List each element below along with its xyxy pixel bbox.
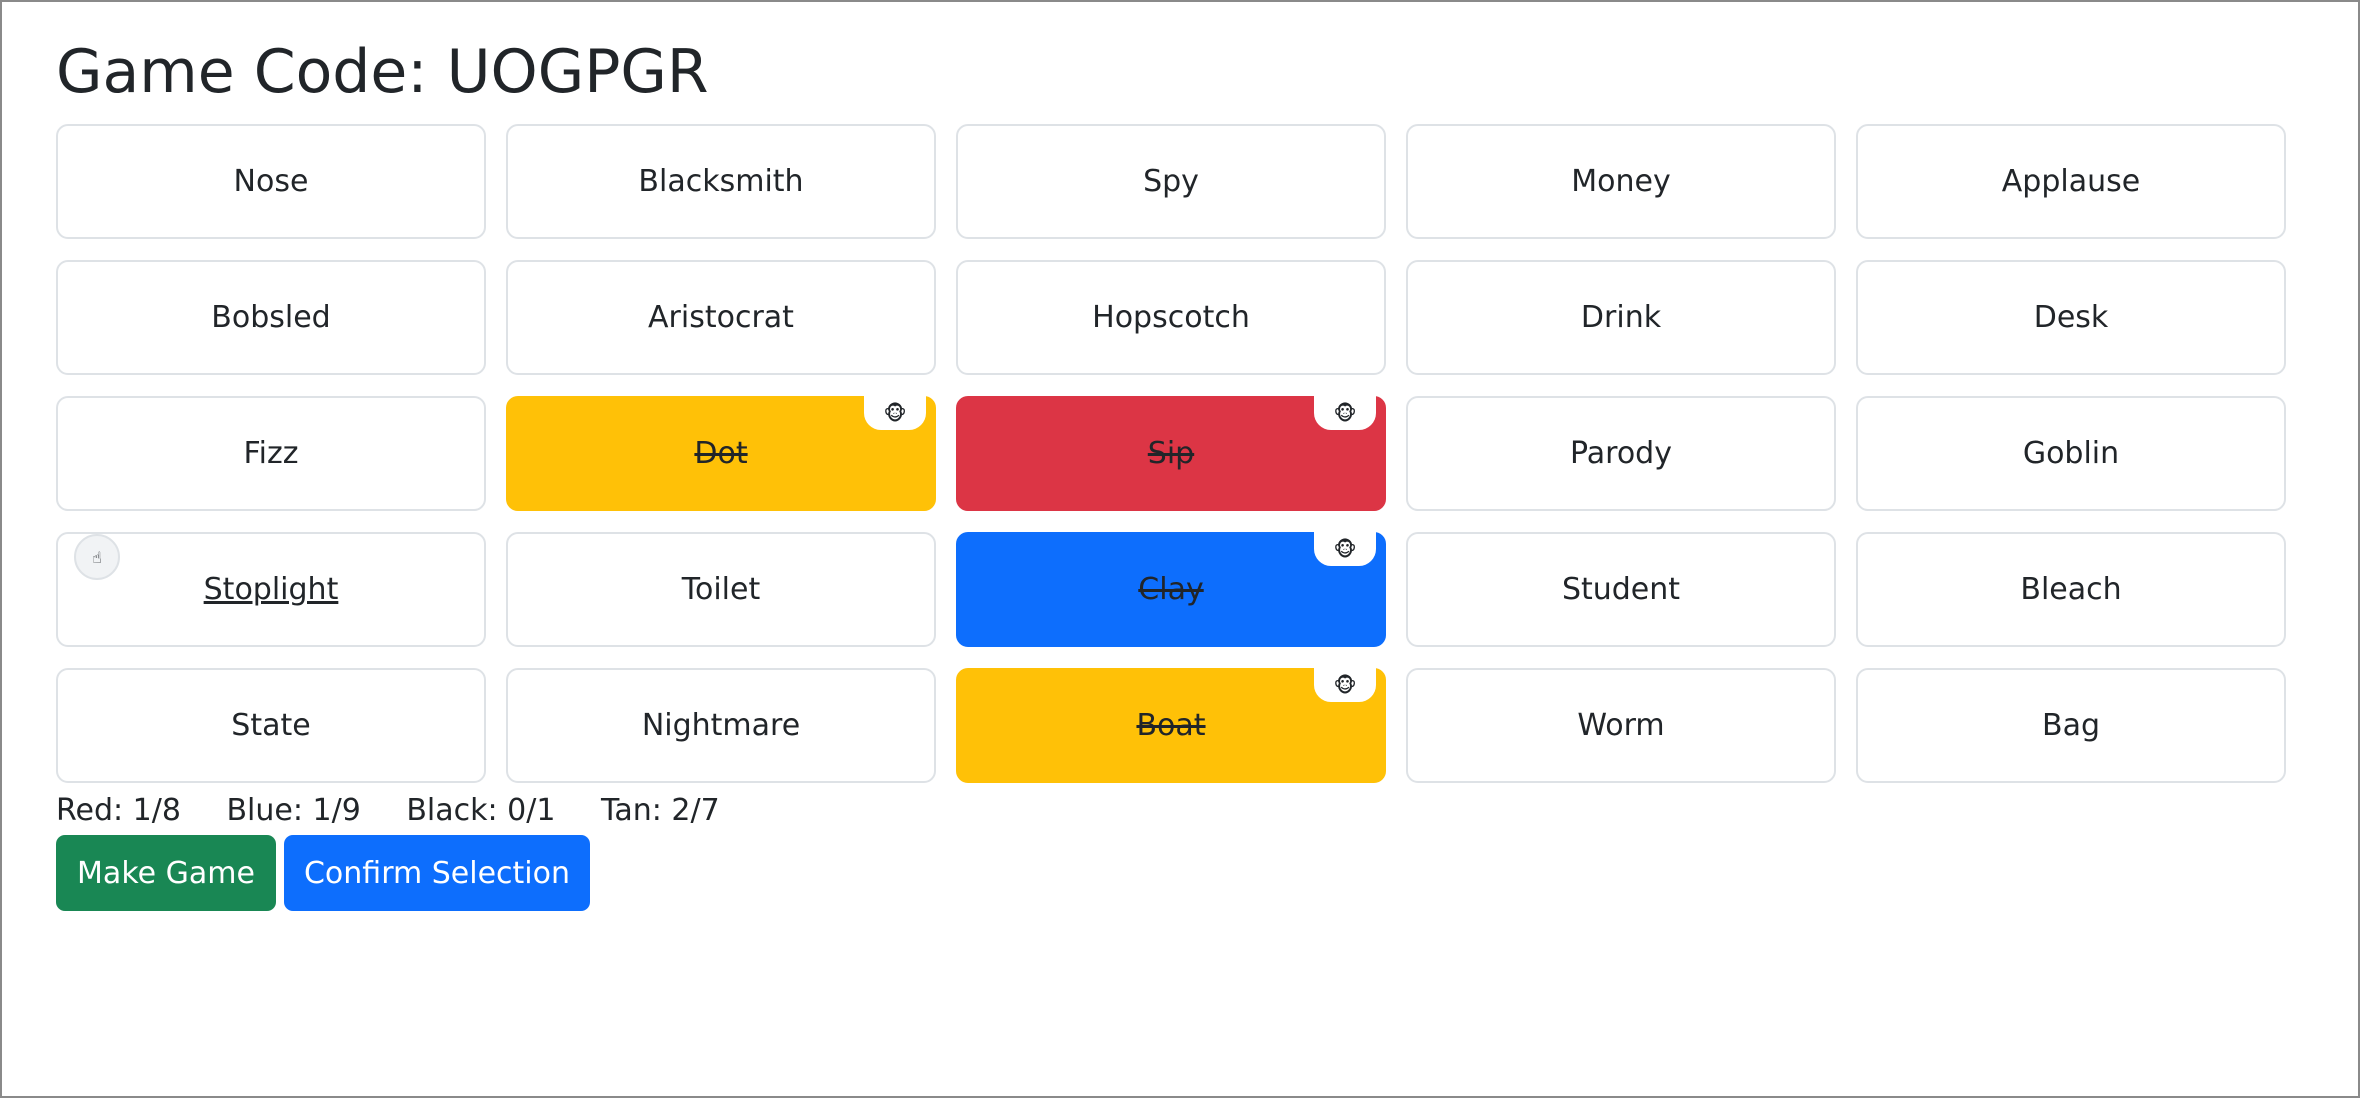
card-word: Nose xyxy=(233,164,309,199)
card-word: Worm xyxy=(1577,708,1665,743)
monkey-icon: 🐵 xyxy=(1314,532,1376,566)
word-card[interactable]: Aristocrat xyxy=(506,260,936,375)
card-word: Boat xyxy=(1136,708,1206,743)
word-grid: Nose Blacksmith Spy Money Applause Bobsled Ari… xyxy=(56,124,2292,783)
word-card[interactable]: Student xyxy=(1406,532,1836,647)
word-card[interactable]: Money xyxy=(1406,124,1836,239)
word-card[interactable]: Blacksmith xyxy=(506,124,936,239)
confirm-selection-button[interactable]: Confirm Selection xyxy=(284,835,590,911)
card-word: Spy xyxy=(1143,164,1199,199)
card-word: Drink xyxy=(1580,300,1662,335)
score-summary: Red: 1/8 Blue: 1/9 Black: 0/1 Tan: 2/7 xyxy=(56,787,2292,835)
card-word: Money xyxy=(1571,164,1671,199)
word-card[interactable]: Parody xyxy=(1406,396,1836,511)
word-card[interactable]: Clay 🐵 xyxy=(956,532,1386,647)
card-word: Bag xyxy=(2041,708,2100,743)
monkey-icon: 🐵 xyxy=(864,396,926,430)
word-card[interactable]: State xyxy=(56,668,486,783)
word-card[interactable]: Nose xyxy=(56,124,486,239)
word-card[interactable]: Sip 🐵 xyxy=(956,396,1386,511)
card-word: Dot xyxy=(694,436,748,471)
blue-score: Blue: 1/9 xyxy=(226,793,361,828)
monkey-icon: 🐵 xyxy=(1314,668,1376,702)
page-title: Game Code: UOGPGR xyxy=(56,37,709,107)
word-card[interactable]: Desk xyxy=(1856,260,2286,375)
card-word: Parody xyxy=(1570,436,1672,471)
card-word: Blacksmith xyxy=(638,164,804,199)
card-word: Bobsled xyxy=(211,300,331,335)
word-card[interactable]: Dot 🐵 xyxy=(506,396,936,511)
card-word: Bleach xyxy=(2020,572,2122,607)
card-word: Toilet xyxy=(681,572,761,607)
card-word: Sip xyxy=(1147,436,1195,471)
word-card[interactable]: Boat 🐵 xyxy=(956,668,1386,783)
card-word: Goblin xyxy=(2022,436,2120,471)
word-card[interactable]: Bag xyxy=(1856,668,2286,783)
card-word: Aristocrat xyxy=(648,300,794,335)
word-card[interactable]: Applause xyxy=(1856,124,2286,239)
card-word: State xyxy=(231,708,311,743)
word-card[interactable]: Toilet xyxy=(506,532,936,647)
card-word: Nightmare xyxy=(641,708,801,743)
game-page: Game Code: UOGPGR Nose Blacksmith Spy Money… xyxy=(56,30,2292,911)
pointer-marker-icon: ☝ xyxy=(74,534,120,580)
word-card[interactable]: Nightmare xyxy=(506,668,936,783)
word-card[interactable]: Goblin xyxy=(1856,396,2286,511)
card-word: Student xyxy=(1561,572,1681,607)
word-card[interactable]: Hopscotch xyxy=(956,260,1386,375)
word-card[interactable]: Spy xyxy=(956,124,1386,239)
action-bar: Make Game Confirm Selection xyxy=(56,835,2292,911)
word-card[interactable]: Drink xyxy=(1406,260,1836,375)
word-card[interactable]: Bobsled xyxy=(56,260,486,375)
tan-score: Tan: 2/7 xyxy=(600,793,720,828)
card-word: Stoplight xyxy=(203,572,339,607)
word-card[interactable]: Fizz xyxy=(56,396,486,511)
word-card[interactable]: Worm xyxy=(1406,668,1836,783)
card-word: Desk xyxy=(2033,300,2109,335)
card-word: Hopscotch xyxy=(1092,300,1250,335)
red-score: Red: 1/8 xyxy=(56,793,181,828)
make-game-button[interactable]: Make Game xyxy=(56,835,276,911)
card-word: Fizz xyxy=(243,436,299,471)
black-score: Black: 0/1 xyxy=(406,793,556,828)
monkey-icon: 🐵 xyxy=(1314,396,1376,430)
card-word: Applause xyxy=(2001,164,2141,199)
word-card[interactable]: Bleach xyxy=(1856,532,2286,647)
word-card[interactable]: Stoplight ☝ xyxy=(56,532,486,647)
card-word: Clay xyxy=(1138,572,1204,607)
